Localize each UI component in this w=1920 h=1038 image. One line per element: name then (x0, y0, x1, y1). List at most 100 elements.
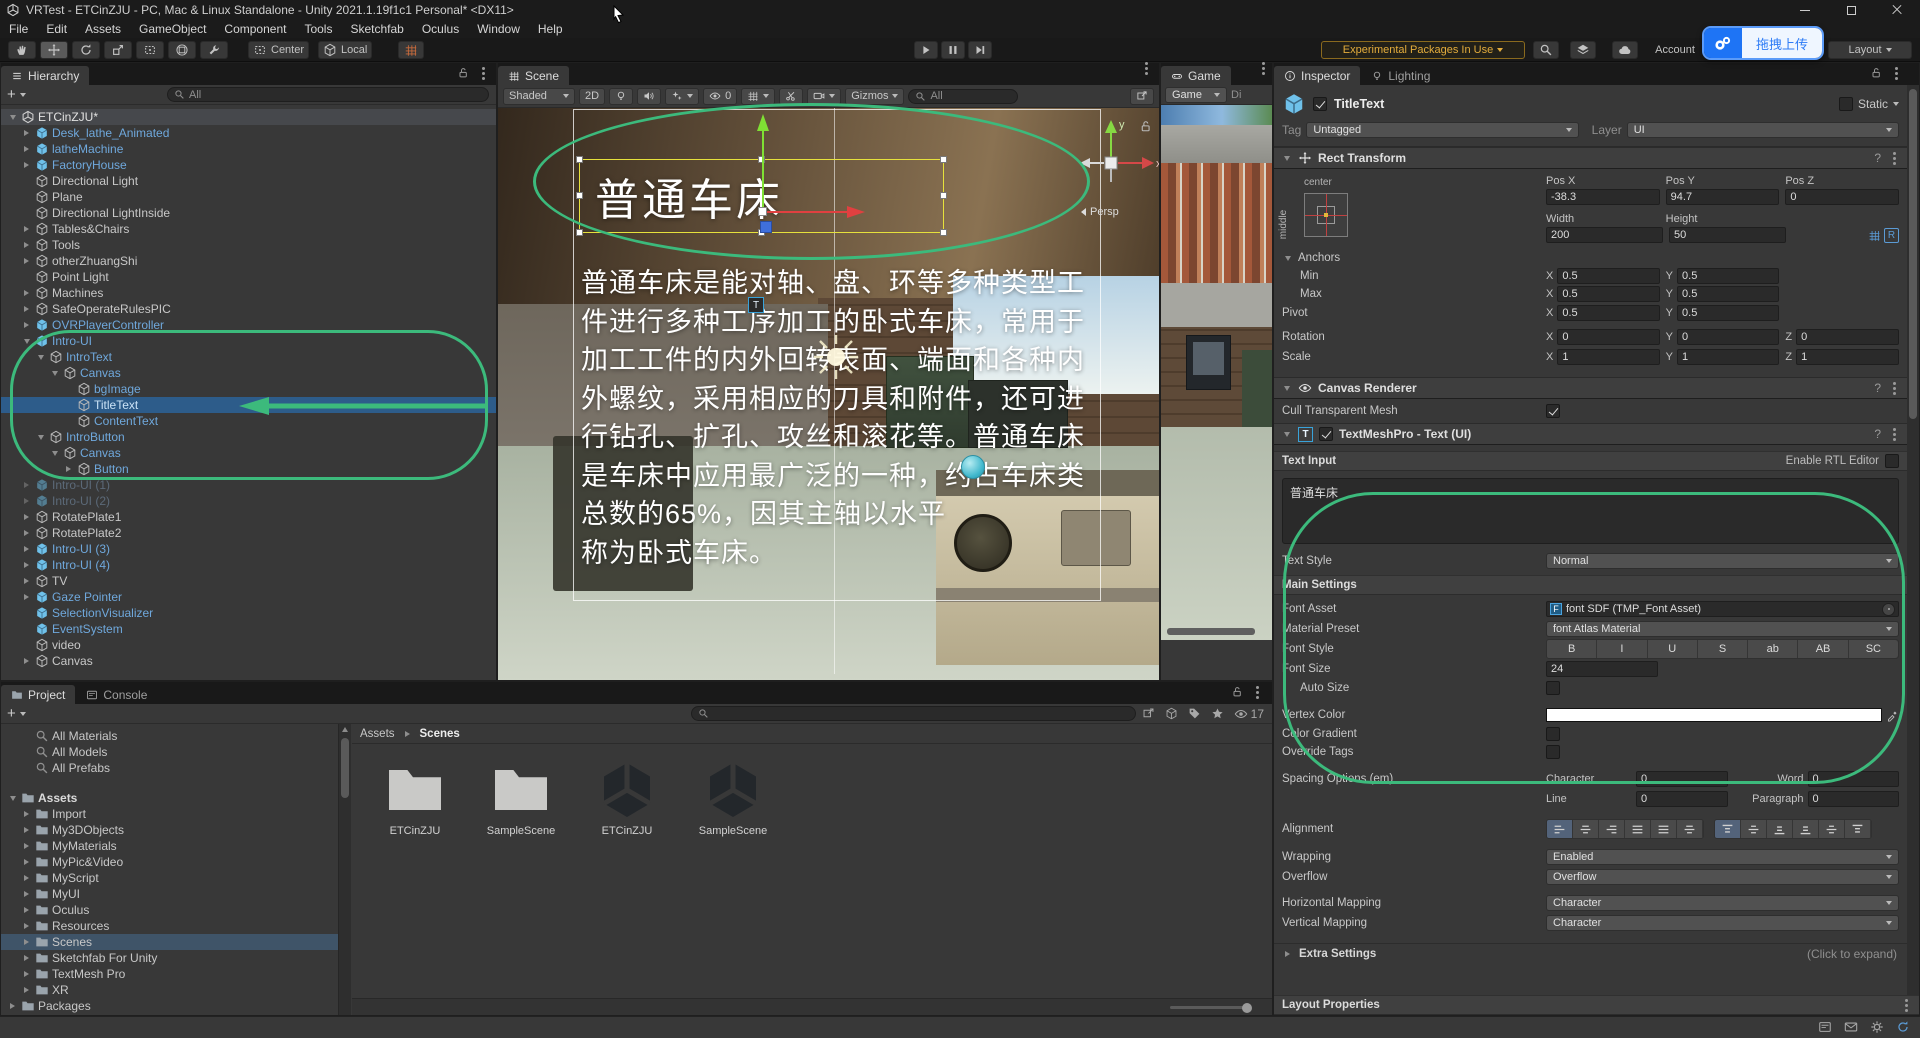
menu-item[interactable]: GameObject (130, 20, 215, 38)
align-center-button[interactable] (1573, 820, 1599, 838)
expand-arrow-icon[interactable] (21, 987, 32, 993)
project-tree-scrollbar[interactable] (339, 724, 351, 1015)
scale-y-field[interactable]: 1 (1677, 349, 1779, 365)
expand-arrow-icon[interactable] (21, 594, 32, 600)
experimental-packages-dropdown[interactable]: Experimental Packages In Use (1321, 41, 1525, 59)
hierarchy-row[interactable]: FactoryHouse (1, 157, 496, 173)
align-top-button[interactable] (1715, 820, 1741, 838)
pivot-y-field[interactable]: 0.5 (1677, 305, 1779, 321)
game-h-scrollbar[interactable] (1167, 628, 1255, 635)
gameobject-name[interactable]: TitleText (1334, 97, 1384, 111)
align-flush-button[interactable] (1651, 820, 1677, 838)
tag-dropdown[interactable]: Untagged (1306, 122, 1578, 138)
lock-icon[interactable] (1870, 67, 1882, 79)
menu-item[interactable]: Assets (76, 20, 130, 38)
project-tree-row[interactable]: Assets (1, 790, 338, 806)
draw-mode-dropdown[interactable]: Shaded (503, 88, 575, 105)
hierarchy-row[interactable]: IntroButton (1, 429, 496, 445)
anchors-foldout[interactable]: Anchors (1298, 252, 1340, 264)
expand-arrow-icon[interactable] (21, 146, 32, 152)
hierarchy-row[interactable]: otherZhuangShi (1, 253, 496, 269)
text-style-dropdown[interactable]: Normal (1546, 553, 1899, 569)
align-left-button[interactable] (1547, 820, 1573, 838)
cloud-button[interactable] (1612, 41, 1638, 59)
expand-arrow-icon[interactable] (21, 482, 32, 488)
create-button[interactable]: + (7, 707, 16, 721)
align-bottom-button[interactable] (1767, 820, 1793, 838)
text-input-area[interactable]: 普通车床 (1282, 478, 1899, 544)
lock-icon[interactable] (1231, 686, 1243, 698)
layers-dropdown[interactable] (1570, 41, 1596, 59)
layout-properties-bar[interactable]: Layout Properties (1274, 995, 1919, 1015)
expand-arrow-icon[interactable] (21, 306, 32, 312)
raw-edit-toggle[interactable]: R (1884, 228, 1899, 243)
project-tree-row[interactable]: Import (1, 806, 338, 822)
hierarchy-row[interactable]: RotatePlate2 (1, 525, 496, 541)
pause-button[interactable] (941, 41, 965, 59)
expand-arrow-icon[interactable] (63, 466, 74, 472)
font-asset-field[interactable]: F font SDF (TMP_Font Asset) (1546, 601, 1899, 617)
font-style-toggle[interactable]: AB (1798, 640, 1848, 658)
component-menu-icon[interactable] (1893, 433, 1896, 436)
component-menu-icon[interactable] (1893, 387, 1896, 390)
breadcrumb-scenes[interactable]: Scenes (420, 728, 460, 740)
hierarchy-search-input[interactable]: All (167, 87, 489, 102)
message-icon[interactable] (1844, 1020, 1858, 1034)
font-style-toggle[interactable]: S (1698, 640, 1748, 658)
tab-hierarchy[interactable]: Hierarchy (1, 66, 89, 85)
panel-menu-icon[interactable] (1145, 67, 1148, 70)
expand-arrow-icon[interactable] (35, 435, 46, 440)
eyedropper-icon[interactable] (1886, 709, 1899, 722)
rotation-x-field[interactable]: 0 (1557, 329, 1659, 345)
expand-arrow-icon[interactable] (21, 955, 32, 961)
hierarchy-row[interactable]: Directional Light (1, 173, 496, 189)
hierarchy-row[interactable]: RotatePlate1 (1, 509, 496, 525)
expand-arrow-icon[interactable] (21, 162, 32, 168)
hierarchy-row[interactable]: Plane (1, 189, 496, 205)
asset-grid-item[interactable]: SampleScene (478, 758, 564, 837)
height-field[interactable]: 50 (1669, 227, 1786, 243)
posz-field[interactable]: 0 (1785, 189, 1899, 205)
grid-visual-dropdown[interactable] (741, 88, 775, 105)
lock-icon[interactable] (457, 67, 469, 79)
gizmo-z-handle[interactable] (760, 221, 772, 233)
expand-arrow-icon[interactable] (21, 971, 32, 977)
line-spacing-field[interactable]: 0 (1636, 791, 1728, 807)
lock-icon[interactable] (1139, 120, 1152, 133)
object-picker-icon[interactable] (1882, 603, 1895, 616)
tab-lighting[interactable]: Lighting (1361, 66, 1440, 85)
hierarchy-row[interactable]: Desk_lathe_Animated (1, 125, 496, 141)
anchor-min-y-field[interactable]: 0.5 (1677, 268, 1779, 284)
layer-dropdown[interactable]: UI (1627, 122, 1899, 138)
play-button[interactable] (914, 41, 938, 59)
expand-arrow-icon[interactable] (21, 923, 32, 929)
orientation-local-button[interactable]: Local (318, 41, 372, 59)
game-display-dropdown[interactable]: Game (1165, 87, 1227, 103)
help-icon[interactable]: ? (1874, 427, 1881, 441)
hierarchy-row[interactable]: Intro-UI (1) (1, 477, 496, 493)
gameobject-cube-icon[interactable] (1282, 92, 1306, 116)
expand-arrow-icon[interactable] (21, 546, 32, 552)
scale-x-field[interactable]: 1 (1557, 349, 1659, 365)
vertical-mapping-dropdown[interactable]: Character (1546, 915, 1899, 931)
hierarchy-row[interactable]: Intro-UI (1, 333, 496, 349)
align-middle-button[interactable] (1741, 820, 1767, 838)
perspective-label[interactable]: Persp (1081, 206, 1119, 218)
refresh-status-icon[interactable] (1896, 1020, 1910, 1034)
asset-grid-item[interactable]: ETCinZJU (584, 758, 670, 837)
tab-console[interactable]: Console (76, 685, 157, 704)
maximize-view-button[interactable] (1130, 88, 1154, 105)
hierarchy-row[interactable]: SafeOperateRulesPIC (1, 301, 496, 317)
hierarchy-row[interactable]: Machines (1, 285, 496, 301)
text-input-section[interactable]: Text Input Enable RTL Editor (1274, 451, 1907, 471)
directional-light-gizmo-icon[interactable] (810, 331, 862, 383)
breadcrumb-assets[interactable]: Assets (360, 728, 395, 740)
align-justify-button[interactable] (1625, 820, 1651, 838)
cut-tool-button[interactable] (779, 88, 803, 105)
menu-item[interactable]: File (0, 20, 37, 38)
hierarchy-row[interactable]: ContentText (1, 413, 496, 429)
settings-icon[interactable] (1870, 1020, 1884, 1034)
move-tool-button[interactable] (40, 41, 68, 59)
project-tree-row[interactable]: All Materials (1, 728, 338, 744)
project-tree-row[interactable]: Resources (1, 918, 338, 934)
